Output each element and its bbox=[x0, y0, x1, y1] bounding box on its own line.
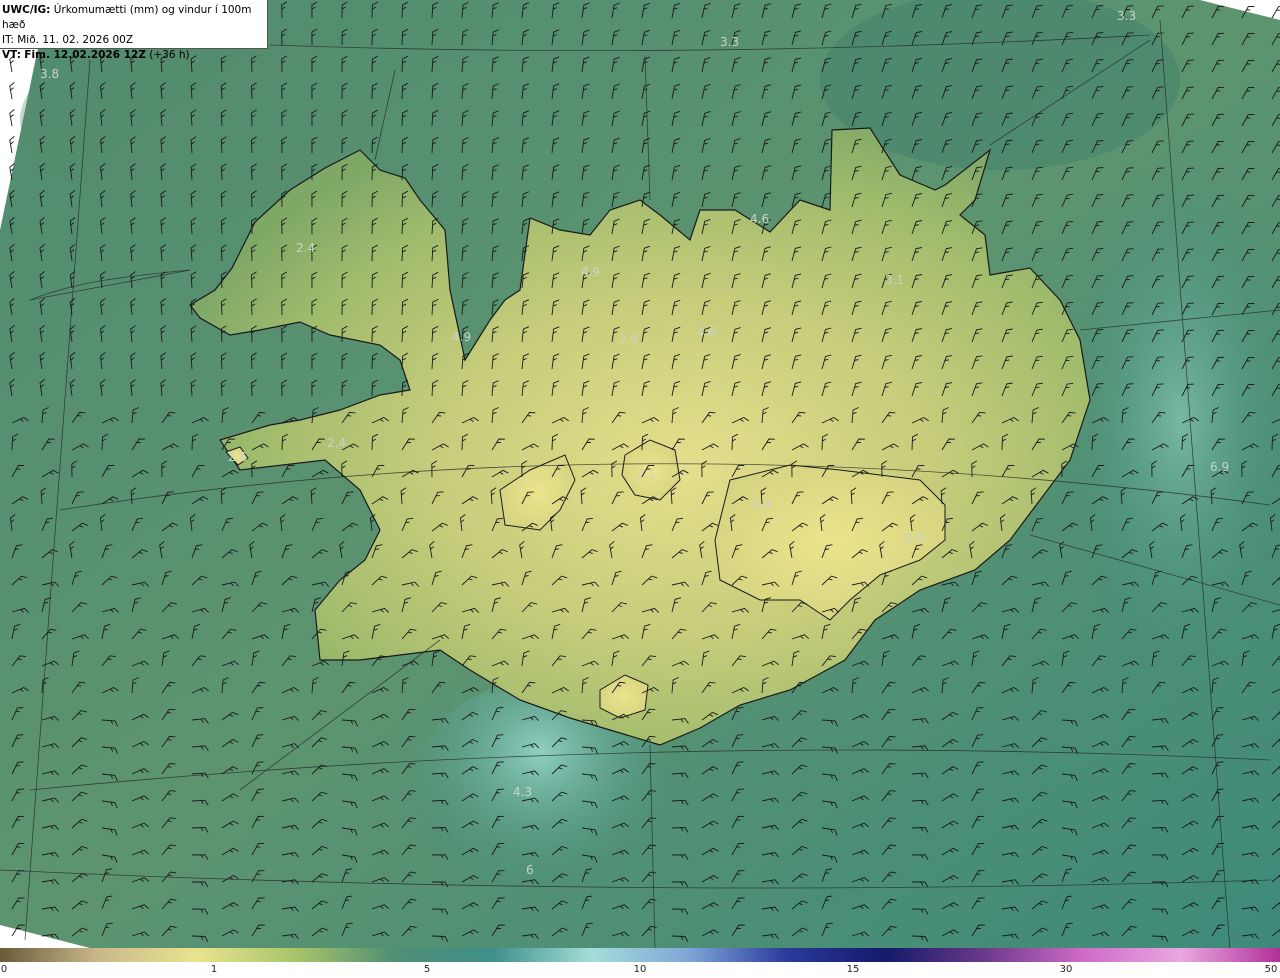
value-label: 2.4 bbox=[327, 436, 346, 450]
value-label: 2.6 bbox=[228, 450, 247, 464]
colorbar-tick: 1 bbox=[210, 964, 218, 975]
value-label: 2.4 bbox=[296, 241, 315, 255]
lead-time: (+36 h) bbox=[149, 49, 190, 61]
value-label: 0.9 bbox=[905, 531, 924, 545]
colorbar-tick: 10 bbox=[633, 964, 647, 975]
value-label: 3.8 bbox=[40, 67, 59, 81]
colorbar-tick: 50 bbox=[1264, 964, 1278, 975]
value-label: 3.9 bbox=[752, 498, 771, 512]
colorbar-tick: 5 bbox=[423, 964, 431, 975]
value-label: 3.3 bbox=[1117, 9, 1136, 23]
value-label: 3.3 bbox=[720, 35, 739, 49]
colorbar-tick: 0 bbox=[0, 964, 8, 975]
init-prefix: IT: bbox=[2, 34, 14, 46]
value-label: 6.9 bbox=[1210, 460, 1229, 474]
init-time-line: IT: Mið. 11. 02. 2026 00Z bbox=[2, 33, 267, 48]
map-canvas: 3.3 3.3 3.8 4.6 4.9 2.4 3.1 4.9 2.9 4.6 … bbox=[0, 0, 1280, 948]
colorbar-tick: 30 bbox=[1059, 964, 1073, 975]
colorbar-tick: 15 bbox=[846, 964, 860, 975]
value-label: 4.6 bbox=[750, 212, 769, 226]
map-info-box: UWC/IG: Úrkomumætti (mm) og vindur í 100… bbox=[0, 0, 268, 61]
value-label: 4.3 bbox=[513, 785, 532, 799]
value-label: 4.9 bbox=[452, 330, 471, 344]
value-label: 2.1 bbox=[637, 467, 656, 481]
colorbar-legend: 0 1 5 10 15 30 50 bbox=[0, 948, 1280, 978]
model-code: UWC/IG: bbox=[2, 4, 51, 16]
value-label: 2.9 bbox=[619, 332, 638, 346]
valid-time: Fim. 12.02.2026 12Z bbox=[24, 49, 146, 61]
valid-prefix: VT: bbox=[2, 49, 21, 61]
value-label: 4.9 bbox=[581, 265, 600, 279]
value-label: 3.1 bbox=[885, 273, 904, 287]
colorbar-strip bbox=[0, 948, 1280, 962]
valid-time-line: VT: Fim. 12.02.2026 12Z (+36 h) bbox=[2, 48, 267, 63]
value-label: 4.6 bbox=[697, 325, 716, 339]
title-line: UWC/IG: Úrkomumætti (mm) og vindur í 100… bbox=[2, 3, 267, 33]
weather-map[interactable]: 3.3 3.3 3.8 4.6 4.9 2.4 3.1 4.9 2.9 4.6 … bbox=[0, 0, 1280, 948]
init-time: Mið. 11. 02. 2026 00Z bbox=[17, 34, 134, 46]
value-label: 6 bbox=[526, 863, 534, 877]
